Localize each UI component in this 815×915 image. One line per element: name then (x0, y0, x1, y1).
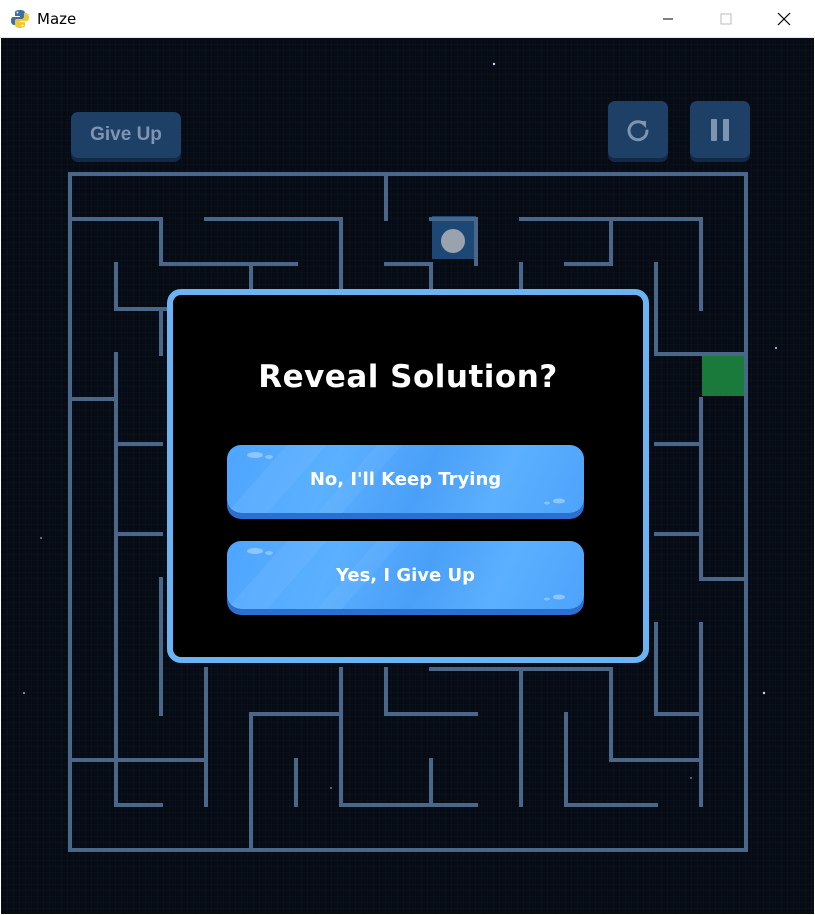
maze-goal (702, 356, 745, 396)
game-area: Give Up Reveal Solution? No, I'll Keep T… (1, 38, 814, 914)
dialog-title: Reveal Solution? (258, 359, 558, 395)
keep-trying-label: No, I'll Keep Trying (309, 468, 502, 490)
pause-icon (711, 118, 729, 141)
restart-icon (627, 119, 649, 141)
maximize-icon (720, 13, 732, 25)
close-icon (777, 12, 791, 26)
give-up-button[interactable]: Give Up (71, 112, 181, 158)
restart-button[interactable] (608, 101, 668, 158)
reveal-solution-dialog: Reveal Solution? No, I'll Keep Trying Ye… (167, 289, 649, 663)
window-titlebar: Maze (0, 0, 815, 38)
pause-button[interactable] (690, 101, 750, 158)
minimize-button[interactable] (639, 0, 697, 38)
maximize-button[interactable] (697, 0, 755, 38)
player-token[interactable] (441, 229, 465, 253)
python-icon (10, 9, 30, 29)
window-title: Maze (37, 10, 77, 28)
give-up-confirm-label: Yes, I Give Up (335, 564, 476, 586)
minimize-icon (663, 18, 673, 20)
give-up-confirm-button[interactable]: Yes, I Give Up (227, 541, 584, 609)
keep-trying-button[interactable]: No, I'll Keep Trying (227, 445, 584, 513)
close-button[interactable] (755, 0, 813, 38)
